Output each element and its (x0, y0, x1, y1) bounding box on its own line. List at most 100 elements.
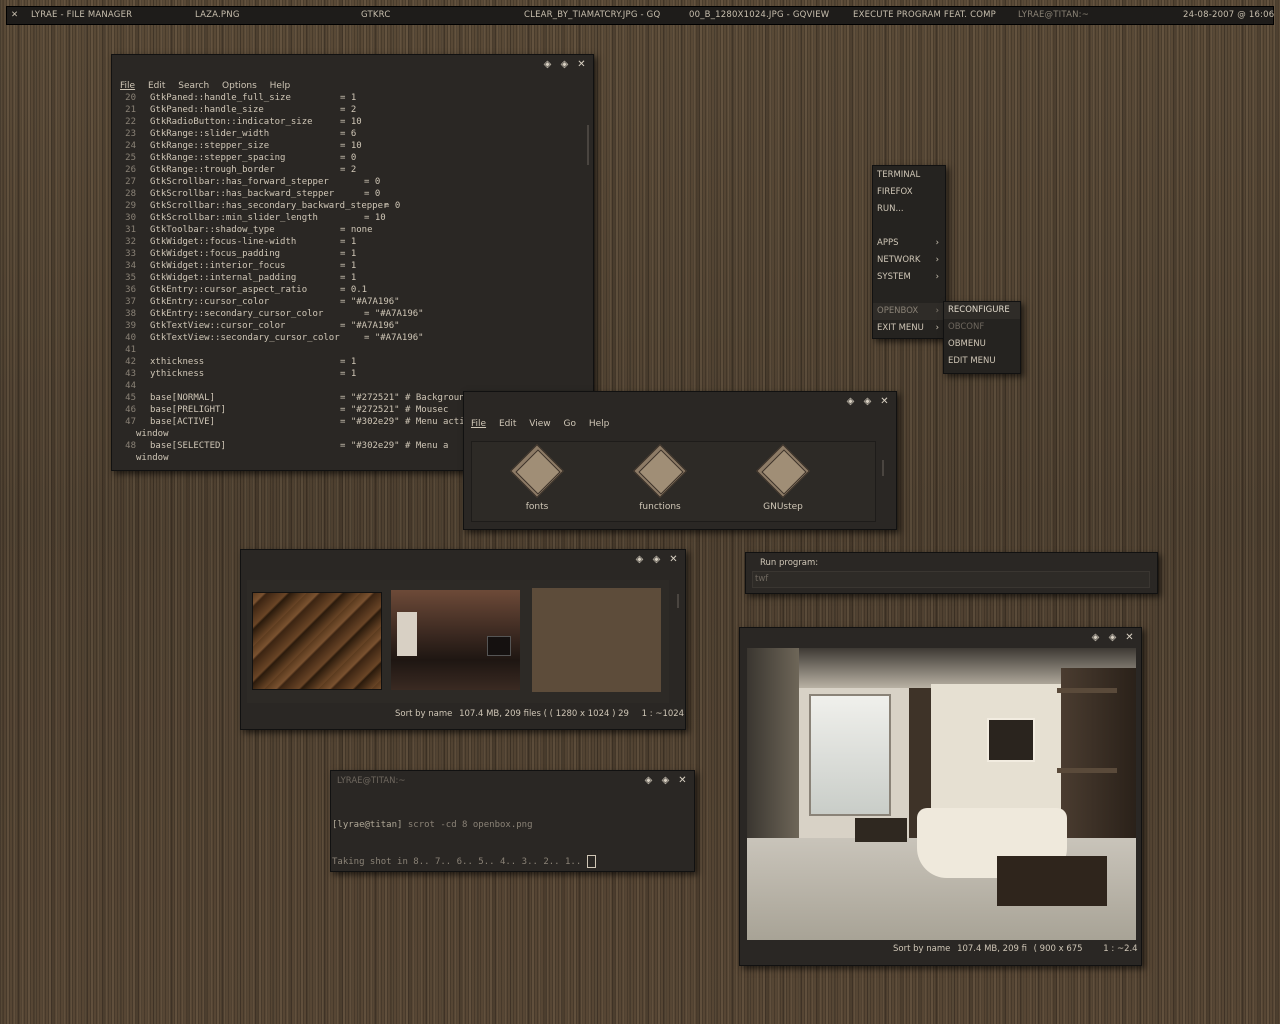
menu-obmenu[interactable]: OBMENU (944, 336, 1020, 353)
sort-label[interactable]: Sort by name (395, 709, 452, 719)
run-input[interactable]: twf (752, 571, 1150, 588)
config-key: base[PRELIGHT] (150, 405, 226, 415)
config-key: GtkRange::slider_width (150, 129, 270, 139)
menu-item-label: NETWORK (877, 255, 921, 265)
close-icon[interactable]: ✕ (1124, 632, 1135, 643)
config-value: = 0 (364, 189, 381, 199)
maximize-icon[interactable]: ◈ (559, 59, 570, 70)
config-value: = 1 (340, 261, 357, 271)
iconify-icon[interactable]: ◈ (845, 396, 856, 407)
menu-network[interactable]: NETWORK › (873, 252, 945, 269)
close-icon[interactable]: ✕ (576, 59, 587, 70)
fm-menu-go[interactable]: Go (563, 419, 575, 429)
menu-options[interactable]: Options (222, 81, 257, 91)
line-number: 39 (125, 321, 136, 331)
code-line: 41 (112, 344, 582, 356)
folder-label: GNUstep (763, 502, 803, 512)
code-line: 25 GtkRange::stepper_spacing = 0 (112, 152, 582, 164)
task-file-manager[interactable]: LYRAE - FILE MANAGER (31, 10, 132, 20)
fm-menu-help[interactable]: Help (589, 419, 610, 429)
menu-obconf[interactable]: OBCONF (944, 319, 1020, 336)
config-key: GtkPaned::handle_full_size (150, 93, 291, 103)
line-number: 32 (125, 237, 136, 247)
config-key: GtkRange::trough_border (150, 165, 275, 175)
config-value: = "#302e29" # Menu a (340, 441, 449, 451)
line-number: 38 (125, 309, 136, 319)
terminal-controls: ◈ ◈ ✕ (643, 775, 688, 786)
fm-menu-file[interactable]: File (471, 419, 486, 429)
editor-scrollbar[interactable] (587, 125, 589, 165)
task-clear-gq[interactable]: CLEAR_BY_TIAMATCRY.JPG - GQ (524, 10, 660, 20)
config-key: GtkScrollbar::has_secondary_backward_ste… (150, 201, 389, 211)
terminal-output[interactable]: [lyrae@titan] scrot -cd 8 openbox.png Ta… (332, 795, 596, 892)
fm-scrollbar[interactable] (882, 460, 884, 476)
sort-label[interactable]: Sort by name (893, 944, 950, 954)
line-number: 20 (125, 93, 136, 103)
room-window-shape (397, 612, 417, 656)
config-key: ythickness (150, 369, 205, 379)
thumbnail-room[interactable] (391, 590, 520, 690)
maximize-icon[interactable]: ◈ (862, 396, 873, 407)
task-gqview[interactable]: 00_B_1280X1024.JPG - GQVIEW (689, 10, 829, 20)
line-number: 47 (125, 417, 136, 427)
thumbnail-wood-floor[interactable] (252, 592, 382, 690)
menu-item-label: RUN... (877, 204, 904, 214)
image-view[interactable] (747, 648, 1136, 940)
line-number: 30 (125, 213, 136, 223)
menu-edit[interactable]: Edit (148, 81, 165, 91)
image-dims: ( 900 x 675 (1033, 944, 1083, 954)
menu-system[interactable]: SYSTEM › (873, 269, 945, 286)
menu-help[interactable]: Help (270, 81, 291, 91)
terminal-line: [lyrae@titan] scrot -cd 8 openbox.png (332, 819, 596, 831)
folder-item[interactable]: functions (602, 442, 718, 521)
code-line: 39 GtkTextView::cursor_color = "#A7A196" (112, 320, 582, 332)
menu-terminal[interactable]: TERMINAL (873, 167, 945, 184)
line-number: 43 (125, 369, 136, 379)
task-laza[interactable]: LAZA.PNG (195, 10, 240, 20)
config-key: GtkEntry::cursor_color (150, 297, 270, 307)
iconify-icon[interactable]: ◈ (1090, 632, 1101, 643)
maximize-icon[interactable]: ◈ (1107, 632, 1118, 643)
file-info: 107.4 MB, 209 fi (957, 944, 1027, 954)
task-gtkrc[interactable]: GTKRC (361, 10, 390, 20)
file-manager-window: ◈ ◈ ✕ File Edit View Go Help fonts funct… (463, 391, 897, 530)
config-key: GtkRange::stepper_spacing (150, 153, 286, 163)
room-table (855, 818, 907, 842)
folder-item[interactable]: fonts (472, 442, 602, 521)
thumbnail-brown-texture[interactable] (532, 588, 661, 692)
menu-openbox[interactable]: OPENBOX › (873, 303, 945, 320)
code-line: 21 GtkPaned::handle_size = 2 (112, 104, 582, 116)
fm-menu-edit[interactable]: Edit (499, 419, 516, 429)
maximize-icon[interactable]: ◈ (651, 554, 662, 565)
menu-exit-menu[interactable]: EXIT MENU › (873, 320, 945, 337)
config-key: GtkRange::stepper_size (150, 141, 270, 151)
menu-firefox[interactable]: FIREFOX (873, 184, 945, 201)
thumbs-scrollbar[interactable] (677, 594, 679, 608)
fm-icon-view[interactable]: fonts functions GNUstep (471, 441, 876, 522)
folder-item[interactable]: GNUstep (718, 442, 848, 521)
menu-apps[interactable]: APPS › (873, 235, 945, 252)
line-number: 45 (125, 393, 136, 403)
config-value: = 2 (340, 105, 357, 115)
menu-edit-menu[interactable]: EDIT MENU (944, 353, 1020, 370)
config-key: base[ACTIVE] (150, 417, 216, 427)
close-icon[interactable]: ✕ (668, 554, 679, 565)
menu-file[interactable]: File (120, 81, 135, 91)
iconify-icon[interactable]: ◈ (542, 59, 553, 70)
close-icon[interactable]: ✕ (879, 396, 890, 407)
menu-reconfigure[interactable]: RECONFIGURE (944, 302, 1020, 319)
task-execute[interactable]: EXECUTE PROGRAM FEAT. COMP (853, 10, 996, 20)
task-terminal[interactable]: LYRAE@TITAN:~ (1018, 10, 1089, 20)
iconify-icon[interactable]: ◈ (634, 554, 645, 565)
maximize-icon[interactable]: ◈ (660, 775, 671, 786)
menu-search[interactable]: Search (178, 81, 209, 91)
chevron-right-icon: › (935, 255, 939, 265)
config-key: window (136, 453, 169, 463)
room-side-unit (997, 856, 1107, 906)
config-value: = 10 (340, 117, 362, 127)
fm-menu-view[interactable]: View (529, 419, 550, 429)
iconify-icon[interactable]: ◈ (643, 775, 654, 786)
close-icon[interactable]: ✕ (677, 775, 688, 786)
menu-run[interactable]: RUN... (873, 201, 945, 218)
close-icon[interactable]: ✕ (11, 10, 18, 20)
